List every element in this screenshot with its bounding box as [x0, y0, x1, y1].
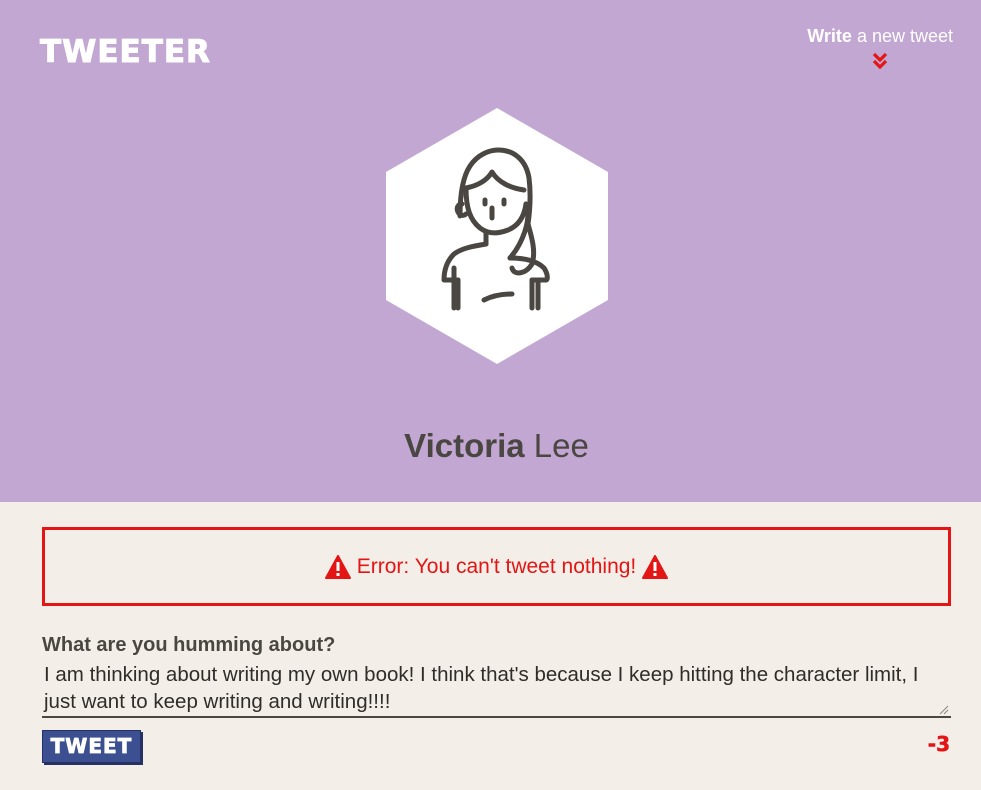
tweet-button[interactable]: TWEET	[42, 730, 141, 763]
warning-triangle-icon	[324, 554, 351, 579]
tweet-textarea[interactable]: I am thinking about writing my own book!…	[42, 659, 951, 718]
resize-grip-icon[interactable]	[938, 704, 949, 715]
write-label-strong: Write	[807, 26, 852, 46]
last-name: Lee	[524, 427, 589, 464]
write-label-rest: a new tweet	[851, 26, 953, 46]
character-counter: -3	[927, 732, 950, 757]
woman-avatar-icon	[386, 108, 608, 364]
profile-name: Victoria Lee	[0, 424, 981, 468]
brand-logo: TWEETER	[40, 34, 211, 71]
profile-header: TWEETER Write a new tweet Victoria Lee	[0, 0, 981, 502]
first-name: Victoria	[404, 427, 525, 464]
compose-question-label: What are you humming about?	[42, 634, 336, 656]
avatar	[386, 108, 608, 364]
error-message: Error: You can't tweet nothing!	[356, 554, 637, 578]
double-chevron-down-icon	[872, 52, 888, 70]
write-new-tweet-toggle[interactable]: Write a new tweet	[807, 24, 953, 70]
warning-triangle-icon	[642, 554, 669, 579]
error-banner: Error: You can't tweet nothing!	[42, 527, 951, 606]
